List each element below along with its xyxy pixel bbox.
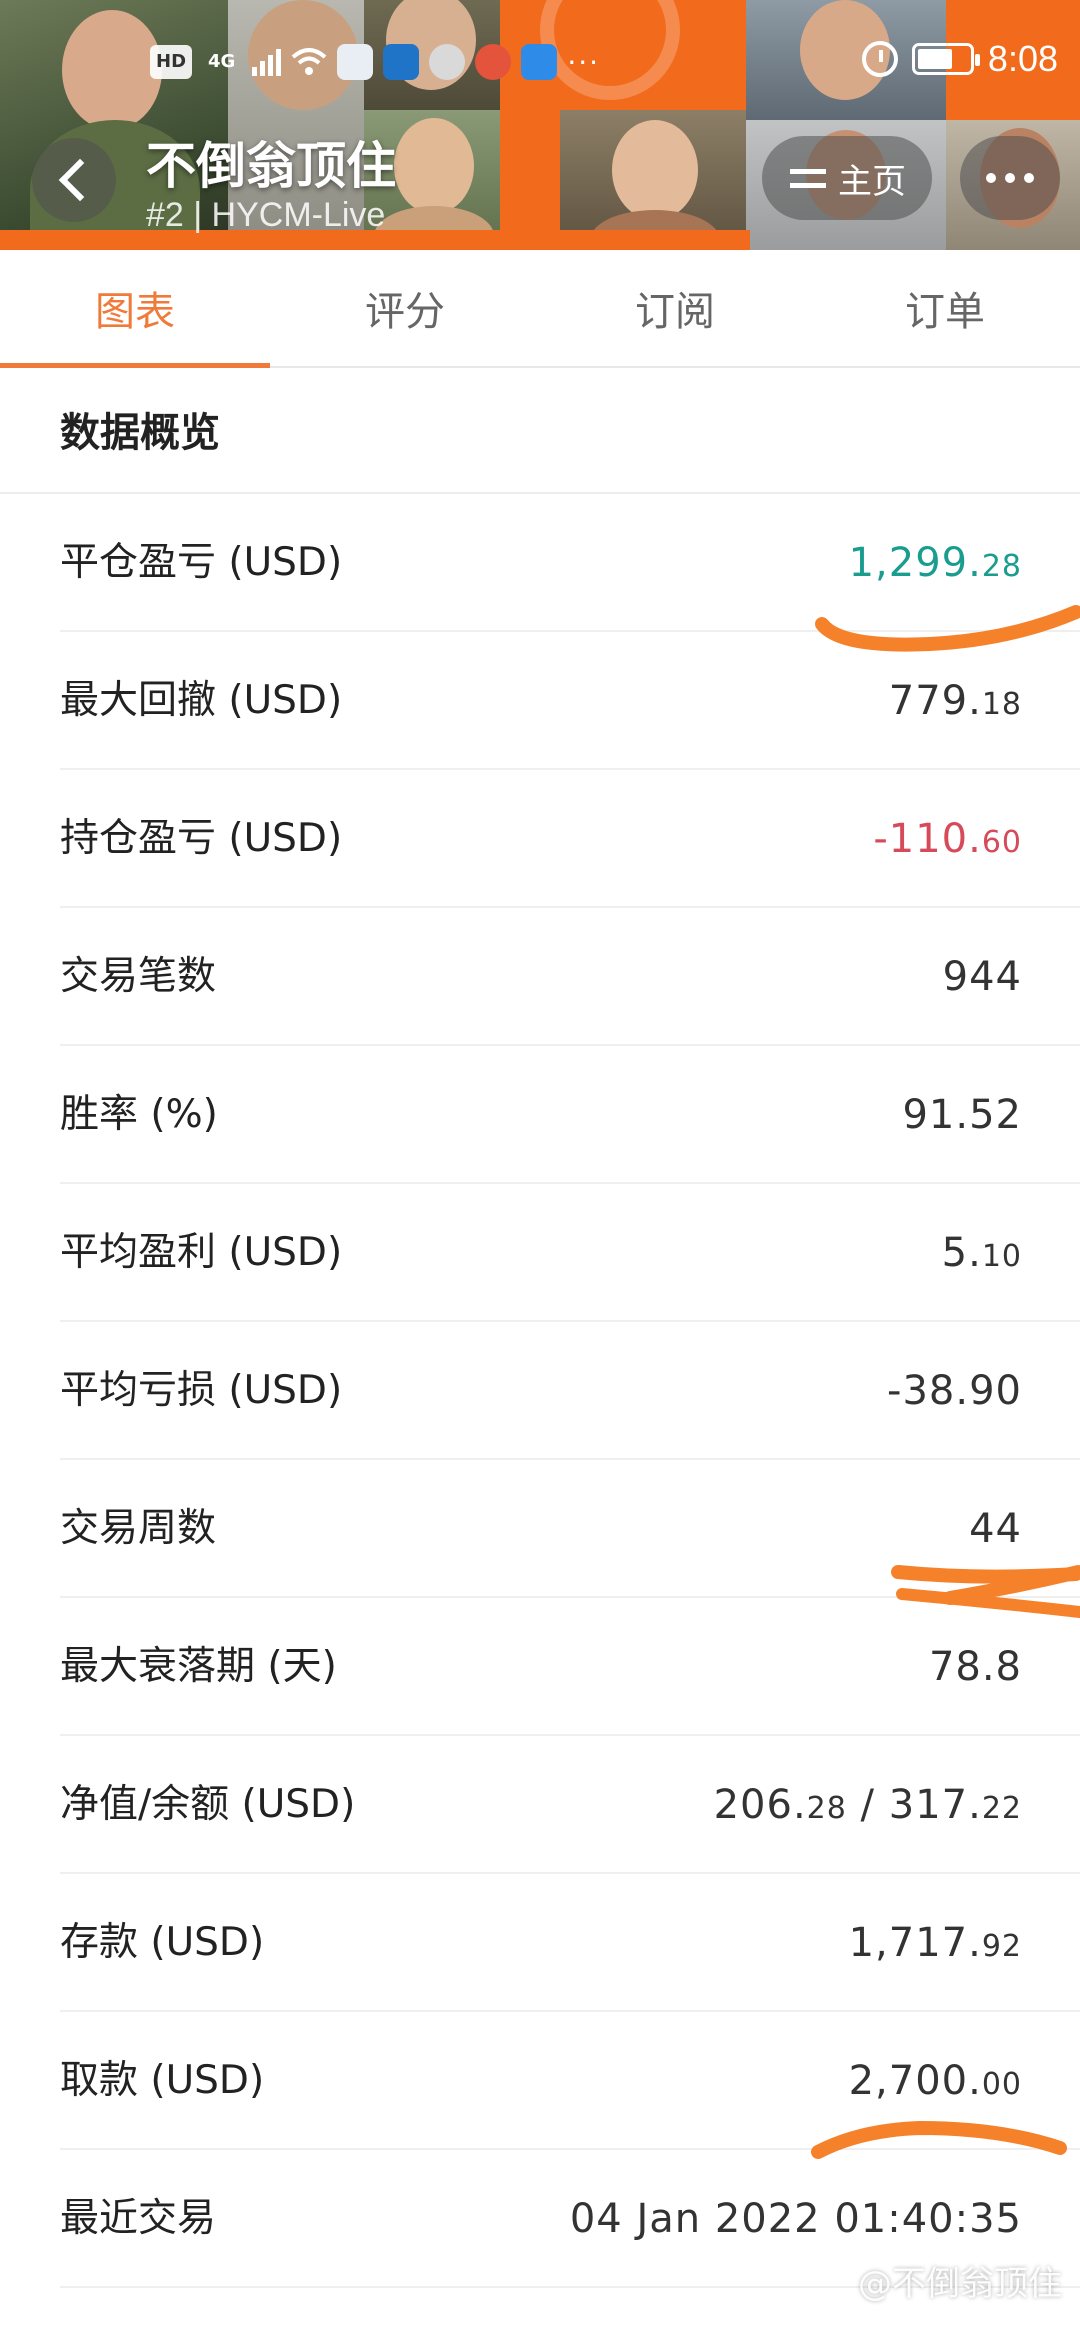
page-subtitle: #2 | HYCM-Live	[146, 196, 386, 234]
stats-list: 平仓盈亏 (USD) 1,299.28 最大回撤 (USD) 779.18 持仓…	[0, 494, 1080, 2288]
stat-label: 平均亏损 (USD)	[60, 1368, 343, 1413]
stat-label: 取款 (USD)	[60, 2058, 265, 2103]
stat-row-withdrawal: 取款 (USD) 2,700.00	[0, 2012, 1080, 2150]
page-title: 不倒翁顶住	[146, 137, 396, 195]
tab-bar: 图表 评分 订阅 订单	[0, 250, 1080, 368]
stat-label: 平均盈利 (USD)	[60, 1230, 343, 1275]
home-button-label: 主页	[838, 161, 906, 202]
stat-value: 944	[942, 954, 1022, 1000]
stat-value: 5.10	[941, 1230, 1022, 1276]
profile-header: HD 4G ··· 8:08 不倒翁顶住 #2 | HYCM-Live 主页	[0, 0, 1080, 250]
tab-orders[interactable]: 订单	[810, 250, 1080, 366]
stat-value: 1,299.28	[848, 540, 1022, 586]
stat-value: 206.28 / 317.22	[713, 1782, 1022, 1828]
dot-icon	[986, 173, 996, 183]
stat-value: 2,700.00	[848, 2058, 1022, 2104]
stat-row-open-pnl: 持仓盈亏 (USD) -110.60	[0, 770, 1080, 908]
tab-rating[interactable]: 评分	[270, 250, 540, 366]
status-right: 8:08	[861, 38, 1058, 80]
stat-row-equity-balance: 净值/余额 (USD) 206.28 / 317.22	[0, 1736, 1080, 1874]
app-notification-icon	[521, 44, 558, 80]
stat-label: 最大衰落期 (天)	[60, 1644, 337, 1689]
stat-value: 78.8	[928, 1644, 1022, 1690]
tab-chart[interactable]: 图表	[0, 250, 270, 368]
stat-value: 91.52	[902, 1092, 1022, 1138]
stat-label: 最大回撤 (USD)	[60, 678, 343, 723]
stat-value: -110.60	[873, 816, 1022, 862]
stat-label: 净值/余额 (USD)	[60, 1782, 356, 1827]
status-left: HD 4G ···	[150, 44, 600, 80]
dot-icon	[1024, 173, 1034, 183]
stat-value: -38.90	[887, 1368, 1022, 1414]
chevron-left-icon	[58, 158, 102, 202]
app-notification-icon	[383, 44, 420, 80]
signal-icon	[252, 49, 282, 76]
status-bar: HD 4G ··· 8:08	[0, 0, 1080, 120]
stat-label: 胜率 (%)	[60, 1092, 218, 1137]
more-options-button[interactable]	[960, 136, 1060, 220]
stat-row-max-drawdown: 最大回撤 (USD) 779.18	[0, 632, 1080, 770]
app-notification-icon	[337, 44, 374, 80]
stat-label: 最近交易	[60, 2196, 217, 2241]
tab-subscribe[interactable]: 订阅	[540, 250, 810, 366]
stat-value: 1,717.92	[848, 1920, 1022, 1966]
stat-row-trade-count: 交易笔数 944	[0, 908, 1080, 1046]
hd-indicator: HD	[150, 45, 193, 79]
battery-icon	[911, 43, 980, 75]
stat-label: 持仓盈亏 (USD)	[60, 816, 343, 861]
dot-icon	[1005, 173, 1015, 183]
stat-row-avg-profit: 平均盈利 (USD) 5.10	[0, 1184, 1080, 1322]
stat-row-win-rate: 胜率 (%) 91.52	[0, 1046, 1080, 1184]
stat-row-max-decline-period: 最大衰落期 (天) 78.8	[0, 1598, 1080, 1736]
stat-label: 存款 (USD)	[60, 1920, 265, 1965]
home-button[interactable]: 主页	[762, 136, 932, 220]
collage-photo	[560, 110, 750, 250]
stat-row-avg-loss: 平均亏损 (USD) -38.90	[0, 1322, 1080, 1460]
app-notification-icon	[475, 44, 512, 80]
section-title: 数据概览	[60, 410, 220, 456]
wifi-icon	[292, 48, 327, 75]
stat-value: 779.18	[888, 678, 1022, 724]
app-notification-icon	[429, 44, 466, 80]
alarm-icon	[861, 41, 898, 77]
watermark: @不倒翁顶住	[858, 2264, 1062, 2304]
swap-icon	[788, 161, 828, 195]
stat-row-trade-weeks: 交易周数 44	[0, 1460, 1080, 1598]
network-indicator: 4G	[208, 51, 236, 72]
status-time: 8:08	[987, 38, 1058, 79]
stat-label: 平仓盈亏 (USD)	[60, 540, 343, 585]
stat-value: 44	[969, 1506, 1022, 1552]
more-notifications-icon: ···	[567, 45, 601, 79]
stat-row-closed-pnl: 平仓盈亏 (USD) 1,299.28	[0, 494, 1080, 632]
stat-row-deposit: 存款 (USD) 1,717.92	[0, 1874, 1080, 2012]
stat-label: 交易笔数	[60, 954, 217, 999]
back-button[interactable]	[32, 138, 116, 222]
stat-label: 交易周数	[60, 1506, 217, 1551]
